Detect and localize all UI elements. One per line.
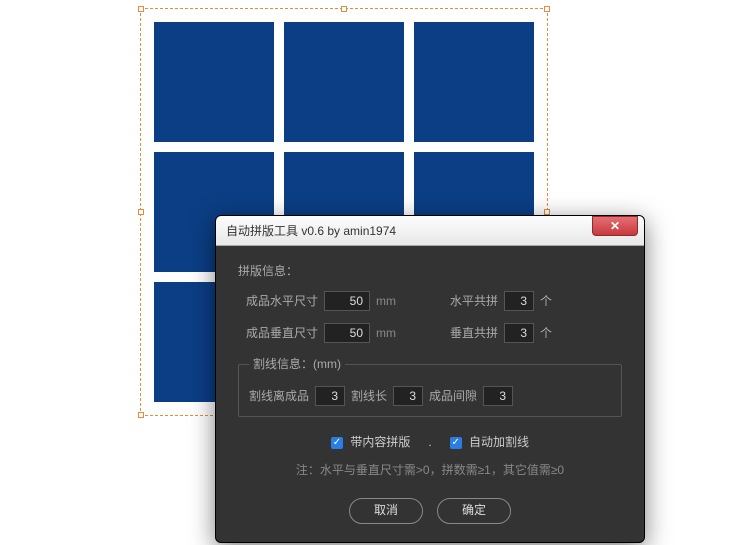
unit-mm: mm: [376, 324, 396, 343]
tile: [414, 22, 534, 142]
unit-mm: mm: [376, 292, 396, 311]
resize-handle-w[interactable]: [138, 209, 144, 215]
check-autoline-label: 自动加割线: [469, 435, 529, 449]
close-icon: ✕: [610, 219, 620, 233]
hcount-label: 水平共拼: [450, 292, 498, 311]
section-cut-title: 割线信息：(mm): [249, 355, 345, 374]
resize-handle-n[interactable]: [341, 6, 347, 12]
ok-button[interactable]: 确定: [437, 498, 511, 524]
resize-handle-sw[interactable]: [138, 412, 144, 418]
section-layout-title: 拼版信息：: [238, 262, 622, 281]
vsize-input[interactable]: [324, 323, 370, 343]
checkbox-checked-icon: ✓: [331, 437, 343, 449]
resize-handle-ne[interactable]: [544, 6, 550, 12]
cut-len-input[interactable]: [393, 386, 423, 406]
check-autoline[interactable]: ✓ 自动加割线: [450, 433, 529, 452]
vcount-label: 垂直共拼: [450, 324, 498, 343]
tile: [284, 22, 404, 142]
resize-handle-nw[interactable]: [138, 6, 144, 12]
cut-offset-input[interactable]: [315, 386, 345, 406]
gap-label: 成品间隙: [429, 387, 477, 406]
tile: [154, 22, 274, 142]
vsize-label: 成品垂直尺寸: [246, 324, 318, 343]
cancel-button[interactable]: 取消: [349, 498, 423, 524]
unit-ge: 个: [540, 324, 552, 343]
unit-ge: 个: [540, 292, 552, 311]
cutlines-group: 割线信息：(mm) 割线离成品 割线长 成品间隙: [238, 355, 622, 417]
hsize-input[interactable]: [324, 291, 370, 311]
gap-input[interactable]: [483, 386, 513, 406]
note-text: 注：水平与垂直尺寸需>0，拼数需≥1，其它值需≥0: [238, 461, 622, 480]
titlebar[interactable]: 自动拼版工具 v0.6 by amin1974 ✕: [216, 216, 644, 246]
cut-offset-label: 割线离成品: [249, 387, 309, 406]
check-content-label: 带内容拼版: [350, 435, 410, 449]
close-button[interactable]: ✕: [592, 216, 638, 236]
separator-dot: .: [428, 433, 431, 452]
hsize-label: 成品水平尺寸: [246, 292, 318, 311]
dialog-title: 自动拼版工具 v0.6 by amin1974: [226, 222, 396, 239]
ok-label: 确定: [462, 501, 486, 520]
cancel-label: 取消: [374, 501, 398, 520]
dialog: 自动拼版工具 v0.6 by amin1974 ✕ 拼版信息： 成品水平尺寸 m…: [215, 215, 645, 543]
cut-len-label: 割线长: [351, 387, 387, 406]
hcount-input[interactable]: [504, 291, 534, 311]
checkbox-checked-icon: ✓: [450, 437, 462, 449]
check-content[interactable]: ✓ 带内容拼版: [331, 433, 410, 452]
vcount-input[interactable]: [504, 323, 534, 343]
